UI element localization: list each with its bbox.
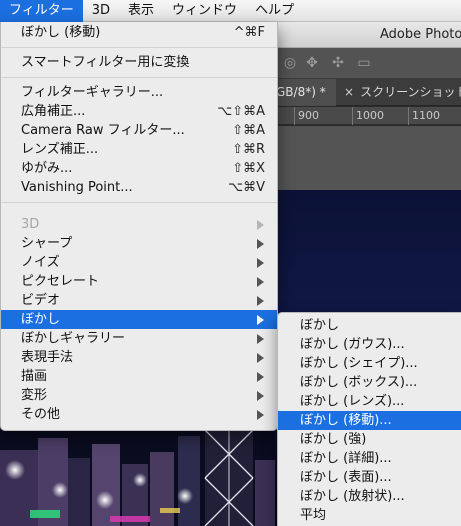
menu-item-lens-correction[interactable]: レンズ補正... ⇧⌘R xyxy=(1,140,277,159)
pan-3d-icon[interactable]: ✥ xyxy=(304,55,320,71)
menu-separator xyxy=(1,42,277,53)
submenu-item-smart-blur[interactable]: ぼかし (詳細)... xyxy=(278,449,461,468)
submenu-arrow-icon xyxy=(257,277,264,287)
menu-item-label: ぼかしギャラリー xyxy=(21,331,126,346)
submenu-item-lens-blur[interactable]: ぼかし (レンズ)... xyxy=(278,392,461,411)
submenu-arrow-icon xyxy=(257,391,264,401)
menu-item-convert-smart-filter[interactable]: スマートフィルター用に変換 xyxy=(1,53,277,72)
shortcut-label: ⌥⇧⌘A xyxy=(217,104,265,119)
menu-item-label: 表現手法 xyxy=(21,350,74,365)
app-titlebar: Adobe Photos xyxy=(270,22,461,48)
menu-item-label: ビデオ xyxy=(21,293,61,308)
submenu-item-blur[interactable]: ぼかし xyxy=(278,316,461,335)
submenu-arrow-icon xyxy=(257,334,264,344)
submenu-item-shape-blur[interactable]: ぼかし (シェイプ)... xyxy=(278,354,461,373)
menu-item-label: ぼかし (移動) xyxy=(21,25,101,40)
menu-item-label: 3D xyxy=(21,217,40,232)
canvas-pasteboard xyxy=(270,126,461,190)
filter-menu: ぼかし (移動) ^⌘F スマートフィルター用に変換 フィルターギャラリー...… xyxy=(0,22,278,431)
submenu-arrow-icon xyxy=(257,296,264,306)
menu-item-other[interactable]: その他 xyxy=(1,405,277,424)
menu-item-sharpen[interactable]: シャープ xyxy=(1,234,277,253)
menu-item-label: ぼかし xyxy=(21,312,61,327)
submenu-item-gaussian-blur[interactable]: ぼかし (ガウス)... xyxy=(278,335,461,354)
submenu-arrow-icon xyxy=(257,372,264,382)
submenu-item-surface-blur[interactable]: ぼかし (表面)... xyxy=(278,468,461,487)
night-cityscape-image xyxy=(0,430,275,526)
submenu-item-motion-blur[interactable]: ぼかし (移動)... xyxy=(278,411,461,430)
ruler-major-tick xyxy=(352,107,353,125)
shortcut-label: ⇧⌘X xyxy=(232,161,265,176)
menu-item-adaptive-wide-angle[interactable]: 広角補正... ⌥⇧⌘A xyxy=(1,102,277,121)
tab-active-document[interactable]: GB/8*) * xyxy=(270,79,336,106)
submenu-item-radial-blur[interactable]: ぼかし (放射状)... xyxy=(278,487,461,506)
menu-item-label: Camera Raw フィルター... xyxy=(21,123,185,138)
menu-separator xyxy=(1,197,277,208)
menu-3d[interactable]: 3D xyxy=(83,0,119,22)
submenu-item-blur-more[interactable]: ぼかし (強) xyxy=(278,430,461,449)
menu-item-render[interactable]: 描画 xyxy=(1,367,277,386)
menu-item-label: レンズ補正... xyxy=(21,142,99,157)
submenu-arrow-icon xyxy=(257,353,264,363)
menu-item-label: Vanishing Point... xyxy=(21,180,133,195)
menu-separator xyxy=(1,72,277,83)
menu-item-label: 変形 xyxy=(21,388,48,403)
menu-item-camera-raw[interactable]: Camera Raw フィルター... ⇧⌘A xyxy=(1,121,277,140)
options-bar: ◎ ✥ ✣ ▭ xyxy=(270,48,461,79)
camera-3d-icon[interactable]: ▭ xyxy=(356,55,372,71)
menu-item-blur-gallery[interactable]: ぼかしギャラリー xyxy=(1,329,277,348)
menu-item-distort[interactable]: 変形 xyxy=(1,386,277,405)
menu-item-noise[interactable]: ノイズ xyxy=(1,253,277,272)
submenu-arrow-icon xyxy=(257,239,264,249)
submenu-item-average[interactable]: 平均 xyxy=(278,506,461,525)
tab-screenshot[interactable]: × スクリーンショット xyxy=(336,79,461,106)
submenu-arrow-icon xyxy=(257,220,264,230)
ruler-major-tick xyxy=(408,107,409,125)
menu-item-label: ゆがみ... xyxy=(21,161,73,176)
shortcut-label: ⇧⌘R xyxy=(232,142,265,157)
menu-item-label: その他 xyxy=(21,407,61,422)
menu-item-last-filter[interactable]: ぼかし (移動) ^⌘F xyxy=(1,23,277,42)
shortcut-label: ⌥⌘V xyxy=(228,180,265,195)
menu-item-label: シャープ xyxy=(21,236,73,251)
ruler-major-tick xyxy=(294,107,295,125)
menu-view[interactable]: 表示 xyxy=(119,0,163,22)
menu-item-blur[interactable]: ぼかし xyxy=(1,310,277,329)
menu-item-label: フィルターギャラリー... xyxy=(21,85,164,100)
menu-item-label: ピクセレート xyxy=(21,274,100,289)
menu-item-3d: 3D xyxy=(1,215,277,234)
menu-window[interactable]: ウィンドウ xyxy=(163,0,246,22)
menu-bar: フィルター 3D 表示 ウィンドウ ヘルプ xyxy=(0,0,461,22)
tab-screenshot-label: スクリーンショット xyxy=(360,85,461,99)
document-tabs: GB/8*) * × スクリーンショット xyxy=(270,79,461,106)
slide-3d-icon[interactable]: ✣ xyxy=(330,55,346,71)
menu-item-vanishing-point[interactable]: Vanishing Point... ⌥⌘V xyxy=(1,178,277,197)
close-tab-icon[interactable]: × xyxy=(344,85,354,99)
menu-item-video[interactable]: ビデオ xyxy=(1,291,277,310)
menu-item-filter-gallery[interactable]: フィルターギャラリー... xyxy=(1,83,277,102)
ruler-label: 1000 xyxy=(356,109,384,122)
ruler-label: 1100 xyxy=(412,109,440,122)
submenu-arrow-icon xyxy=(257,315,264,325)
shortcut-label: ^⌘F xyxy=(233,25,265,40)
shortcut-label: ⇧⌘A xyxy=(232,123,265,138)
rotate-3d-icon[interactable]: ◎ xyxy=(282,55,298,71)
horizontal-ruler: 900 1000 1100 xyxy=(270,107,461,125)
menu-filter[interactable]: フィルター xyxy=(0,0,83,22)
submenu-item-box-blur[interactable]: ぼかし (ボックス)... xyxy=(278,373,461,392)
menu-help[interactable]: ヘルプ xyxy=(246,0,303,22)
submenu-arrow-icon xyxy=(257,258,264,268)
ruler-label: 900 xyxy=(298,109,319,122)
menu-item-stylize[interactable]: 表現手法 xyxy=(1,348,277,367)
menu-item-label: 広角補正... xyxy=(21,104,86,119)
app-title: Adobe Photos xyxy=(380,27,461,42)
menu-spacer xyxy=(1,208,277,215)
menu-item-pixelate[interactable]: ピクセレート xyxy=(1,272,277,291)
menu-item-label: ノイズ xyxy=(21,255,60,270)
menu-item-label: スマートフィルター用に変換 xyxy=(21,55,190,70)
blur-submenu: ぼかし ぼかし (ガウス)... ぼかし (シェイプ)... ぼかし (ボックス… xyxy=(277,312,461,526)
menu-item-label: 描画 xyxy=(21,369,48,384)
menu-item-liquify[interactable]: ゆがみ... ⇧⌘X xyxy=(1,159,277,178)
submenu-arrow-icon xyxy=(257,410,264,420)
